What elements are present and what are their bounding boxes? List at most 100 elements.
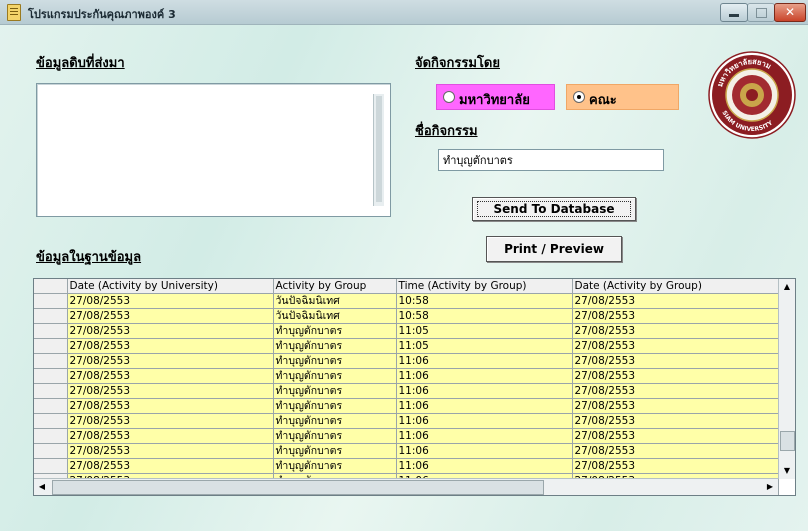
column-header[interactable]: Activity by Group bbox=[273, 279, 397, 294]
table-row[interactable]: 27/08/2553ทำบุญตักบาตร11:0627/08/2553 bbox=[34, 368, 779, 384]
table-cell[interactable]: 27/08/2553 bbox=[67, 398, 274, 414]
table-cell[interactable]: 27/08/2553 bbox=[67, 353, 274, 369]
maximize-button[interactable] bbox=[747, 3, 775, 22]
table-cell[interactable]: 11:05 bbox=[396, 338, 573, 354]
row-selector[interactable] bbox=[34, 323, 68, 339]
row-selector[interactable] bbox=[34, 383, 68, 399]
table-cell[interactable]: 27/08/2553 bbox=[572, 308, 779, 324]
data-grid[interactable]: Date (Activity by University) Activity b… bbox=[33, 278, 796, 496]
table-row[interactable]: 27/08/2553ทำบุญตักบาตร11:0627/08/2553 bbox=[34, 428, 779, 444]
row-selector[interactable] bbox=[34, 368, 68, 384]
table-cell[interactable]: ทำบุญตักบาตร bbox=[273, 383, 397, 399]
table-cell[interactable]: 27/08/2553 bbox=[572, 338, 779, 354]
table-cell[interactable]: ทำบุญตักบาตร bbox=[273, 428, 397, 444]
table-cell[interactable]: 27/08/2553 bbox=[572, 443, 779, 459]
table-cell[interactable]: 27/08/2553 bbox=[67, 443, 274, 459]
raw-data-textarea[interactable] bbox=[36, 83, 391, 217]
table-cell[interactable]: 27/08/2553 bbox=[572, 458, 779, 474]
table-cell[interactable]: ทำบุญตักบาตร bbox=[273, 443, 397, 459]
grid-vertical-scrollbar[interactable]: ▲ ▼ bbox=[778, 279, 795, 479]
row-selector[interactable] bbox=[34, 338, 68, 354]
print-preview-button[interactable]: Print / Preview bbox=[486, 236, 622, 262]
radio-university[interactable]: มหาวิทยาลัย bbox=[436, 84, 555, 110]
table-cell[interactable]: ทำบุญตักบาตร bbox=[273, 398, 397, 414]
table-row[interactable]: 27/08/2553ทำบุญตักบาตร11:0627/08/2553 bbox=[34, 383, 779, 399]
table-cell[interactable]: 10:58 bbox=[396, 293, 573, 309]
minimize-button[interactable] bbox=[720, 3, 748, 22]
table-cell[interactable]: 11:06 bbox=[396, 413, 573, 429]
table-cell[interactable]: 27/08/2553 bbox=[572, 353, 779, 369]
table-cell[interactable]: ทำบุญตักบาตร bbox=[273, 338, 397, 354]
table-cell[interactable]: 27/08/2553 bbox=[572, 413, 779, 429]
table-cell[interactable]: 11:06 bbox=[396, 353, 573, 369]
table-cell[interactable]: ทำบุญตักบาตร bbox=[273, 368, 397, 384]
title-bar[interactable]: โปรแกรมประกันคุณภาพองค์ 3 ✕ bbox=[0, 0, 808, 25]
radio-faculty[interactable]: คณะ bbox=[566, 84, 679, 110]
table-cell[interactable]: 11:06 bbox=[396, 428, 573, 444]
table-row[interactable]: 27/08/2553ทำบุญตักบาตร11:0627/08/2553 bbox=[34, 353, 779, 369]
raw-data-heading: ข้อมูลดิบที่ส่งมา bbox=[36, 56, 125, 71]
row-selector-header[interactable] bbox=[34, 279, 68, 294]
table-cell[interactable]: 11:06 bbox=[396, 443, 573, 459]
table-row[interactable]: 27/08/2553 วันปัจฉิมนิเทศ 10:58 27/08/2553 bbox=[34, 308, 779, 324]
table-cell[interactable]: 11:06 bbox=[396, 458, 573, 474]
table-cell[interactable]: 27/08/2553 bbox=[67, 428, 274, 444]
radio-faculty-indicator[interactable] bbox=[573, 91, 585, 103]
table-cell[interactable]: 11:06 bbox=[396, 398, 573, 414]
table-cell[interactable]: 10:58 bbox=[396, 308, 573, 324]
row-selector[interactable] bbox=[34, 293, 68, 309]
table-row[interactable]: 27/08/2553 วันปัจฉิมนิเทศ 10:58 27/08/2553 bbox=[34, 293, 779, 309]
radio-university-indicator[interactable] bbox=[443, 91, 455, 103]
column-header[interactable]: Date (Activity by Group) bbox=[572, 279, 779, 294]
row-selector[interactable] bbox=[34, 413, 68, 429]
close-button[interactable]: ✕ bbox=[774, 3, 806, 22]
table-cell[interactable]: 27/08/2553 bbox=[572, 398, 779, 414]
table-cell[interactable]: ทำบุญตักบาตร bbox=[273, 323, 397, 339]
table-row[interactable]: 27/08/2553ทำบุญตักบาตร11:0627/08/2553 bbox=[34, 398, 779, 414]
send-to-database-button[interactable]: Send To Database bbox=[472, 197, 636, 221]
table-cell[interactable]: 27/08/2553 bbox=[572, 428, 779, 444]
column-header[interactable]: Time (Activity by Group) bbox=[396, 279, 573, 294]
table-cell[interactable]: 27/08/2553 bbox=[67, 368, 274, 384]
table-cell[interactable]: 27/08/2553 bbox=[67, 308, 274, 324]
vertical-scroll-thumb[interactable] bbox=[780, 431, 795, 451]
table-cell[interactable]: 27/08/2553 bbox=[67, 338, 274, 354]
row-selector[interactable] bbox=[34, 353, 68, 369]
scroll-up-icon[interactable]: ▲ bbox=[779, 279, 795, 295]
table-cell[interactable]: 27/08/2553 bbox=[572, 383, 779, 399]
table-row[interactable]: 27/08/2553 ทำบุญตักบาตร 11:05 27/08/2553 bbox=[34, 323, 779, 339]
raw-data-scrollbar[interactable] bbox=[373, 94, 384, 206]
scroll-left-icon[interactable]: ◀ bbox=[34, 479, 50, 495]
table-cell[interactable]: 27/08/2553 bbox=[67, 383, 274, 399]
table-cell[interactable]: ทำบุญตักบาตร bbox=[273, 413, 397, 429]
table-cell[interactable]: 27/08/2553 bbox=[572, 293, 779, 309]
table-cell[interactable]: 27/08/2553 bbox=[67, 413, 274, 429]
row-selector[interactable] bbox=[34, 458, 68, 474]
table-row[interactable]: 27/08/2553ทำบุญตักบาตร11:0627/08/2553 bbox=[34, 443, 779, 459]
scroll-right-icon[interactable]: ▶ bbox=[762, 479, 778, 495]
table-cell[interactable]: วันปัจฉิมนิเทศ bbox=[273, 308, 397, 324]
table-cell[interactable]: 27/08/2553 bbox=[572, 323, 779, 339]
row-selector[interactable] bbox=[34, 398, 68, 414]
activity-name-input[interactable]: ทำบุญตักบาตร bbox=[438, 149, 664, 171]
table-cell[interactable]: วันปัจฉิมนิเทศ bbox=[273, 293, 397, 309]
table-row[interactable]: 27/08/2553ทำบุญตักบาตร11:0627/08/2553 bbox=[34, 458, 779, 474]
row-selector[interactable] bbox=[34, 308, 68, 324]
table-cell[interactable]: 11:05 bbox=[396, 323, 573, 339]
table-cell[interactable]: ทำบุญตักบาตร bbox=[273, 353, 397, 369]
table-row[interactable]: 27/08/2553ทำบุญตักบาตร11:0627/08/2553 bbox=[34, 413, 779, 429]
column-header[interactable]: Date (Activity by University) bbox=[67, 279, 274, 294]
table-cell[interactable]: 27/08/2553 bbox=[67, 323, 274, 339]
table-cell[interactable]: ทำบุญตักบาตร bbox=[273, 458, 397, 474]
table-cell[interactable]: 11:06 bbox=[396, 368, 573, 384]
table-cell[interactable]: 27/08/2553 bbox=[572, 368, 779, 384]
scroll-down-icon[interactable]: ▼ bbox=[779, 463, 795, 479]
table-cell[interactable]: 27/08/2553 bbox=[67, 293, 274, 309]
table-cell[interactable]: 27/08/2553 bbox=[67, 458, 274, 474]
row-selector[interactable] bbox=[34, 443, 68, 459]
table-row[interactable]: 27/08/2553 ทำบุญตักบาตร 11:05 27/08/2553 bbox=[34, 338, 779, 354]
grid-horizontal-scrollbar[interactable]: ◀ ▶ bbox=[34, 478, 778, 495]
row-selector[interactable] bbox=[34, 428, 68, 444]
horizontal-scroll-thumb[interactable] bbox=[52, 480, 544, 495]
table-cell[interactable]: 11:06 bbox=[396, 383, 573, 399]
